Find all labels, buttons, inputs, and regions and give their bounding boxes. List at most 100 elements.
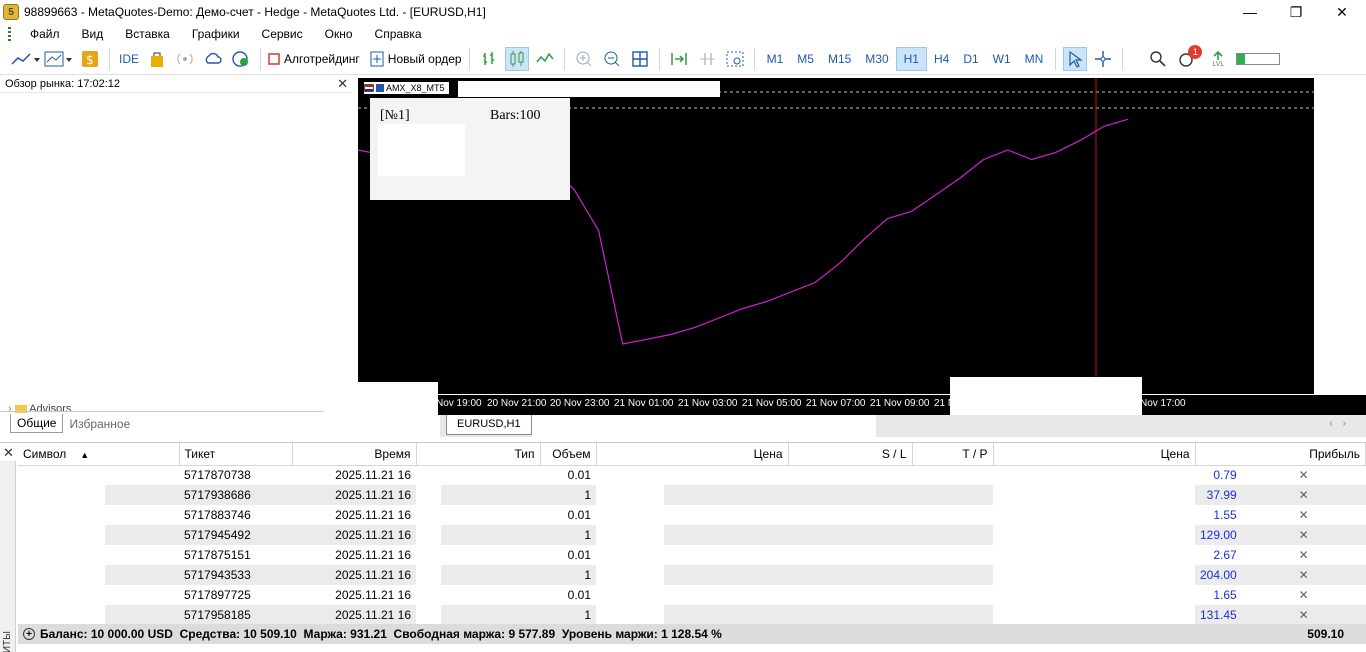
menu-window[interactable]: Окно: [314, 27, 364, 41]
chart-window[interactable]: AMX_X8_MT5 [№1] Bars:100: [357, 77, 1315, 395]
restore-button[interactable]: ❐: [1273, 0, 1319, 24]
notifications-button[interactable]: 1: [1174, 45, 1203, 71]
menu-file[interactable]: Файл: [19, 27, 71, 41]
close-icon[interactable]: ✕: [337, 76, 348, 92]
blank-overlay: [950, 377, 1142, 418]
close-position-icon[interactable]: ✕: [1242, 465, 1366, 485]
cloud-icon[interactable]: [201, 47, 225, 71]
blank-cell: [441, 605, 540, 625]
timeframe-m15[interactable]: M15: [821, 47, 858, 71]
window-title: 98899663 - MetaQuotes-Demo: Демо-счет - …: [24, 5, 486, 19]
zoom-out-icon[interactable]: [600, 47, 624, 71]
tab-general[interactable]: Общие: [10, 414, 64, 433]
table-row[interactable]: 5717958185 2025.11.21 16 1 131.45 ✕: [18, 605, 1366, 625]
ea-info-blank: [378, 124, 465, 176]
price-cell: [596, 505, 664, 525]
tab-eurusd-h1[interactable]: EURUSD,H1: [446, 415, 532, 435]
timeframe-m30[interactable]: M30: [858, 47, 895, 71]
tab-favorites[interactable]: Избранное: [63, 415, 136, 433]
bar-chart-icon[interactable]: [477, 47, 501, 71]
menu-charts[interactable]: Графики: [181, 27, 251, 41]
table-row[interactable]: 5717938686 2025.11.21 16 1 37.99 ✕: [18, 485, 1366, 505]
blank-cell: [664, 545, 788, 565]
blank-cell: [664, 465, 788, 485]
new-order-button[interactable]: Новый ордер: [370, 47, 462, 71]
column-header-price[interactable]: Цена: [596, 443, 789, 466]
column-header-symbol[interactable]: Символ ▲: [18, 443, 180, 466]
table-row[interactable]: 5717883746 2025.11.21 16 0.01 1.55 ✕: [18, 505, 1366, 525]
ide-button[interactable]: IDE: [117, 47, 141, 71]
market-icon[interactable]: $: [78, 47, 102, 71]
expert-advisor-label[interactable]: AMX_X8_MT5: [364, 82, 449, 94]
web-trading-icon[interactable]: [229, 47, 253, 71]
search-icon[interactable]: [1146, 47, 1170, 71]
menu-view[interactable]: Вид: [71, 27, 115, 41]
chart-shift-icon[interactable]: [695, 47, 719, 71]
time-tick-label: 21 Nov 03:00: [678, 398, 738, 409]
column-header-profit[interactable]: Прибыль: [1195, 443, 1366, 466]
timeframe-m1[interactable]: M1: [760, 47, 791, 71]
timeframe-h4[interactable]: H4: [927, 47, 956, 71]
toolbar-separator: [658, 48, 660, 70]
market-watch-title: Обзор рынка: 17:02:12: [5, 77, 121, 90]
close-position-icon[interactable]: ✕: [1241, 605, 1366, 625]
column-header-type[interactable]: Тип: [416, 443, 541, 466]
timeframe-mn[interactable]: MN: [1018, 47, 1051, 71]
table-row[interactable]: 5717897725 2025.11.21 16 0.01 1.65 ✕: [18, 585, 1366, 605]
tile-windows-icon[interactable]: [628, 47, 652, 71]
timeframe-d1[interactable]: D1: [956, 47, 985, 71]
time-cell: 2025.11.21 16: [335, 548, 411, 562]
close-position-icon[interactable]: ✕: [1242, 545, 1366, 565]
column-header-ticket[interactable]: Тикет: [179, 443, 293, 466]
volume-cell: 1: [540, 605, 596, 625]
zoom-in-icon[interactable]: [572, 47, 596, 71]
menu-insert[interactable]: Вставка: [114, 27, 181, 41]
time-cell: 2025.11.21 16: [292, 605, 416, 625]
close-position-icon[interactable]: ✕: [1242, 585, 1366, 605]
symbol-cell: [18, 565, 105, 585]
menu-help[interactable]: Справка: [364, 27, 433, 41]
algotrading-button[interactable]: Алготрейдинг: [268, 47, 360, 71]
column-header-tp[interactable]: T / P: [912, 443, 994, 466]
new-chart-icon[interactable]: [10, 47, 40, 71]
column-header-current-price[interactable]: Цена: [993, 443, 1196, 466]
table-row[interactable]: 5717870738 2025.11.21 16 0.01 0.79 ✕: [18, 465, 1366, 485]
app-logo-icon: 5: [3, 4, 19, 20]
timeframe-m5[interactable]: M5: [790, 47, 821, 71]
toolbar-separator: [1122, 48, 1124, 70]
table-row[interactable]: 5717943533 2025.11.21 16 1 204.00 ✕: [18, 565, 1366, 585]
symbol-cell: [18, 485, 105, 505]
tab-scroll-arrows-icon[interactable]: ‹›: [1329, 418, 1356, 429]
menu-tools[interactable]: Сервис: [251, 27, 314, 41]
autoscroll-icon[interactable]: [667, 47, 691, 71]
timeframe-w1[interactable]: W1: [986, 47, 1018, 71]
current-price-cell: [993, 485, 1195, 505]
close-icon[interactable]: ✕: [3, 445, 14, 461]
close-window-button[interactable]: ✕: [1319, 0, 1365, 24]
profiles-icon[interactable]: [44, 47, 74, 71]
profit-cell: 1.65: [1213, 588, 1237, 602]
expand-plus-icon[interactable]: +: [23, 628, 35, 640]
line-chart-icon[interactable]: [533, 47, 557, 71]
signals-icon[interactable]: [173, 47, 197, 71]
close-position-icon[interactable]: ✕: [1241, 565, 1366, 585]
close-position-icon[interactable]: ✕: [1241, 525, 1366, 545]
table-row[interactable]: 5717945492 2025.11.21 16 1 129.00 ✕: [18, 525, 1366, 545]
current-price-cell: [993, 605, 1195, 625]
blank-cell: [664, 605, 788, 625]
candlestick-icon[interactable]: [504, 47, 529, 71]
minimize-button[interactable]: —: [1227, 0, 1273, 24]
timeframe-h1[interactable]: H1: [895, 47, 927, 71]
cursor-icon[interactable]: [1063, 47, 1088, 71]
close-position-icon[interactable]: ✕: [1241, 485, 1366, 505]
column-header-sl[interactable]: S / L: [788, 443, 913, 466]
column-header-time[interactable]: Время: [292, 443, 417, 466]
crosshair-icon[interactable]: [1091, 47, 1115, 71]
svg-text:$: $: [86, 53, 94, 67]
screenshot-icon[interactable]: [723, 47, 747, 71]
vps-bag-icon[interactable]: [145, 47, 169, 71]
close-position-icon[interactable]: ✕: [1242, 505, 1366, 525]
price-cell: [596, 585, 664, 605]
table-row[interactable]: 5717875151 2025.11.21 16 0.01 2.67 ✕: [18, 545, 1366, 565]
column-header-volume[interactable]: Объем: [540, 443, 597, 466]
